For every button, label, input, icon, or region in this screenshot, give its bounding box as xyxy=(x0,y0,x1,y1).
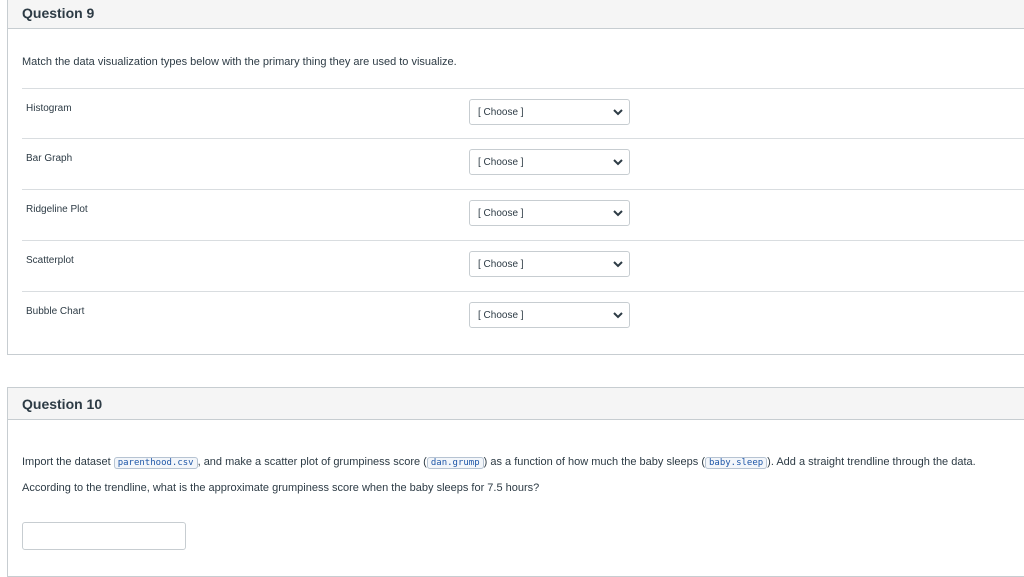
select-value: [ Choose ] xyxy=(478,259,524,270)
match-row: Scatterplot [ Choose ] xyxy=(22,240,1024,291)
match-row: Ridgeline Plot [ Choose ] xyxy=(22,189,1024,240)
code-variable-grump: dan.grump xyxy=(426,457,484,469)
match-select[interactable]: [ Choose ] xyxy=(469,200,630,226)
instruction-text: Import the dataset xyxy=(22,456,114,468)
match-select[interactable]: [ Choose ] xyxy=(469,251,630,277)
instruction-text: ). Add a straight trendline through the … xyxy=(767,456,976,468)
select-value: [ Choose ] xyxy=(478,107,524,118)
chevron-down-icon xyxy=(613,312,623,319)
question-10-prompt: According to the trendline, what is the … xyxy=(22,482,540,494)
chevron-down-icon xyxy=(613,210,623,217)
question-9-title: Question 9 xyxy=(8,0,1024,29)
match-row: Histogram [ Choose ] xyxy=(22,88,1024,139)
match-label: Scatterplot xyxy=(26,255,74,266)
instruction-text: ) as a function of how much the baby sle… xyxy=(483,456,705,468)
question-9-prompt: Match the data visualization types below… xyxy=(22,56,457,68)
question-9: Question 9 Match the data visualization … xyxy=(7,0,1024,355)
answer-input[interactable] xyxy=(22,522,186,550)
instruction-text: , and make a scatter plot of grumpiness … xyxy=(197,456,427,468)
chevron-down-icon xyxy=(613,109,623,116)
code-dataset-name: parenthood.csv xyxy=(113,457,198,469)
question-10-instructions: Import the dataset parenthood.csv, and m… xyxy=(22,456,976,469)
chevron-down-icon xyxy=(613,261,623,268)
match-row: Bar Graph [ Choose ] xyxy=(22,138,1024,189)
match-select[interactable]: [ Choose ] xyxy=(469,99,630,125)
question-10-title: Question 10 xyxy=(8,388,1024,420)
question-10: Question 10 Import the dataset parenthoo… xyxy=(7,387,1024,577)
select-value: [ Choose ] xyxy=(478,310,524,321)
match-select[interactable]: [ Choose ] xyxy=(469,149,630,175)
select-value: [ Choose ] xyxy=(478,157,524,168)
chevron-down-icon xyxy=(613,159,623,166)
match-select[interactable]: [ Choose ] xyxy=(469,302,630,328)
code-variable-sleep: baby.sleep xyxy=(704,457,768,469)
match-label: Bar Graph xyxy=(26,153,73,164)
match-label: Histogram xyxy=(26,103,72,114)
select-value: [ Choose ] xyxy=(478,208,524,219)
match-label: Ridgeline Plot xyxy=(26,204,88,215)
match-label: Bubble Chart xyxy=(26,306,85,317)
match-row: Bubble Chart [ Choose ] xyxy=(22,291,1024,342)
